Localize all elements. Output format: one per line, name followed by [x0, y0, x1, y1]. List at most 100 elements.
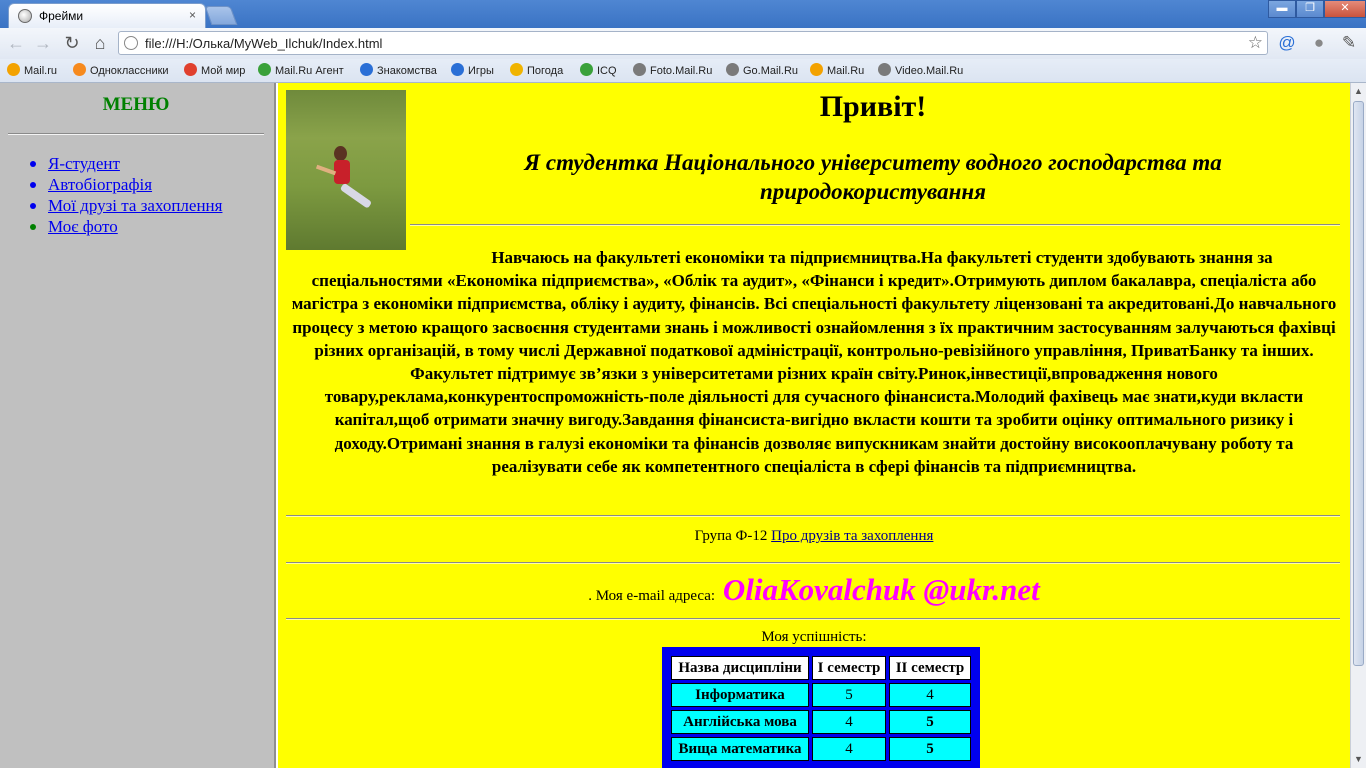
- friends-link[interactable]: Про друзів та захоплення: [771, 528, 933, 544]
- bookmark-item[interactable]: Одноклассники: [73, 63, 169, 79]
- maximize-button[interactable]: ❐: [1296, 0, 1324, 18]
- back-arrow-icon[interactable]: ←: [4, 32, 28, 54]
- menu-link-friends[interactable]: Мої друзі та захоплення: [48, 196, 222, 215]
- games-icon: [451, 63, 464, 76]
- menu-divider: [8, 133, 264, 135]
- wrench-icon[interactable]: ✎: [1338, 32, 1360, 54]
- bookmarks-bar: Mail.ru Одноклассники Мой мир Mail.Ru Агент…: [0, 59, 1366, 83]
- bookmark-item[interactable]: Знакомства: [360, 63, 437, 79]
- mailru-agent-icon[interactable]: @: [1276, 32, 1298, 54]
- grade-cell: 5: [812, 683, 886, 707]
- minimize-button[interactable]: ▬: [1268, 0, 1296, 18]
- bookmark-label: Video.Mail.Ru: [895, 65, 964, 77]
- faculty-paragraph: Навчаюсь на факультеті економіки та підп…: [291, 248, 1337, 476]
- znakomstva-icon: [360, 63, 373, 76]
- photo-person-shirt: [334, 160, 350, 184]
- bookmark-label: Mail.Ru Агент: [275, 65, 344, 77]
- bookmark-item[interactable]: Mail.ru: [7, 63, 57, 79]
- bookmark-item[interactable]: Игры: [451, 63, 494, 79]
- grades-table-wrapper: Назва дисципліни І семестр ІІ семестр Ін…: [662, 647, 980, 768]
- bookmark-item[interactable]: Video.Mail.Ru: [878, 63, 963, 79]
- globe-icon: [18, 9, 32, 23]
- close-window-button[interactable]: ✕: [1324, 0, 1366, 18]
- bullet-icon: [30, 203, 36, 209]
- menu-title: МЕНЮ: [102, 94, 170, 115]
- forward-arrow-icon[interactable]: →: [31, 32, 55, 54]
- header-subject: Назва дисципліни: [671, 656, 809, 680]
- email-address: OliaKovalchuk @ukr.net: [722, 572, 1040, 607]
- menu-item-student: Я-студент: [27, 153, 222, 174]
- page-icon: [124, 36, 138, 50]
- group-text: Група Ф-12: [694, 528, 768, 544]
- mailru-icon: [810, 63, 823, 76]
- browser-toolbar: ← → ↻ ⌂ file:///H:/Олька/MyWeb_Ilchuk/In…: [0, 28, 1366, 59]
- menu-link-photo[interactable]: Моє фото: [48, 217, 118, 236]
- bookmark-item[interactable]: Go.Mail.Ru: [726, 63, 798, 79]
- scrollbar-thumb[interactable]: [1353, 101, 1364, 666]
- reload-icon[interactable]: ↻: [60, 32, 84, 54]
- scroll-down-arrow-icon[interactable]: ▼: [1353, 753, 1364, 765]
- globe-icon: [633, 63, 646, 76]
- bookmark-item[interactable]: Погода: [510, 63, 563, 79]
- bookmark-item[interactable]: Mail.Ru Агент: [258, 63, 344, 79]
- browser-tab[interactable]: Фрейми ×: [8, 3, 206, 28]
- bookmark-label: Погода: [527, 65, 564, 77]
- divider-after-group: [286, 562, 1340, 564]
- menu-link-autobiography[interactable]: Автобіографія: [48, 175, 152, 194]
- agent-icon: [258, 63, 271, 76]
- table-row: Інформатика 5 4: [671, 683, 971, 707]
- group-line: Група Ф-12 Про друзів та захоплення: [278, 528, 1350, 545]
- icq-icon: [580, 63, 593, 76]
- odnoklassniki-icon: [73, 63, 86, 76]
- bookmark-label: Игры: [468, 65, 494, 77]
- bookmark-label: ICQ: [597, 65, 617, 77]
- bookmark-item[interactable]: ICQ: [580, 63, 617, 79]
- email-label: . Моя e-mail адреса:: [588, 588, 716, 604]
- header-semester-2: ІІ семестр: [889, 656, 971, 680]
- table-header-row: Назва дисципліни І семестр ІІ семестр: [671, 656, 971, 680]
- grade-cell: 4: [812, 710, 886, 734]
- table-row: Англійська мова 4 5: [671, 710, 971, 734]
- bookmark-label: Знакомства: [377, 65, 437, 77]
- menu-frame: МЕНЮ Я-студент Автобіографія Мої друзі т…: [0, 83, 276, 768]
- bookmark-label: Go.Mail.Ru: [743, 65, 799, 77]
- divider-after-email: [286, 618, 1340, 620]
- grades-caption: Моя успішність:: [761, 629, 867, 645]
- notifications-icon[interactable]: ●: [1308, 32, 1330, 54]
- header-semester-1: І семестр: [812, 656, 886, 680]
- bookmark-label: Mail.ru: [24, 65, 58, 77]
- email-line: . Моя e-mail адреса: OliaKovalchuk @ukr.…: [278, 572, 1350, 608]
- content-frame: Привіт! Я студентка Національного універ…: [278, 83, 1350, 768]
- menu-item-autobiography: Автобіографія: [27, 174, 222, 195]
- grade-cell: 4: [889, 683, 971, 707]
- bullet-icon: [30, 224, 36, 230]
- menu-item-friends: Мої друзі та захоплення: [27, 195, 222, 216]
- moymir-icon: [184, 63, 197, 76]
- scroll-up-arrow-icon[interactable]: ▲: [1353, 85, 1364, 97]
- home-icon[interactable]: ⌂: [88, 32, 112, 54]
- subject-cell: Інформатика: [671, 683, 809, 707]
- menu-item-photo: Моє фото: [27, 216, 222, 237]
- photo-person-head: [334, 146, 347, 161]
- tab-close-button[interactable]: ×: [189, 8, 196, 22]
- grade-cell: 5: [889, 737, 971, 761]
- table-row: Вища математика 4 5: [671, 737, 971, 761]
- mailru-icon: [7, 63, 20, 76]
- new-tab-button[interactable]: [204, 6, 238, 25]
- weather-icon: [510, 63, 523, 76]
- vertical-scrollbar[interactable]: ▲ ▼: [1350, 83, 1366, 768]
- grade-cell: 5: [889, 710, 971, 734]
- menu-link-student[interactable]: Я-студент: [48, 154, 120, 173]
- url-text: file:///H:/Олька/MyWeb_Ilchuk/Index.html: [145, 36, 383, 51]
- bookmark-star-icon[interactable]: ☆: [1248, 33, 1263, 53]
- photo-person-legs: [339, 182, 373, 209]
- divider-top: [410, 224, 1340, 226]
- bookmark-item[interactable]: Foto.Mail.Ru: [633, 63, 712, 79]
- bookmark-label: Мой мир: [201, 65, 246, 77]
- bookmark-item[interactable]: Mail.Ru: [810, 63, 864, 79]
- address-bar[interactable]: file:///H:/Олька/MyWeb_Ilchuk/Index.html…: [118, 31, 1268, 55]
- bookmark-item[interactable]: Мой мир: [184, 63, 245, 79]
- greeting-heading: Привіт!: [819, 90, 927, 123]
- globe-icon: [726, 63, 739, 76]
- subtitle-heading: Я студентка Національного університету в…: [524, 150, 1222, 204]
